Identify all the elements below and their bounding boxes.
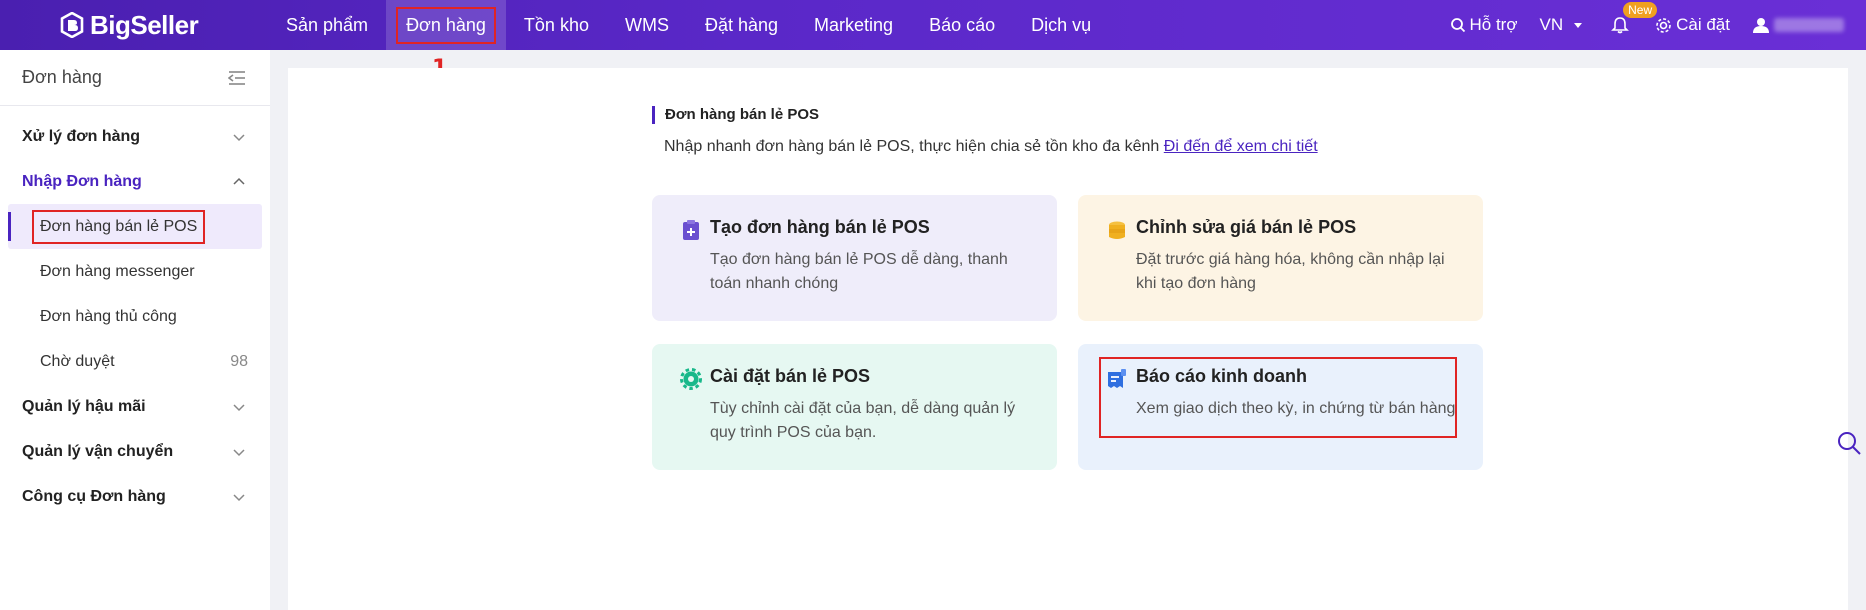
chevron-up-icon <box>233 177 245 185</box>
new-badge: New <box>1623 2 1658 18</box>
settings-label: Cài đặt <box>1676 15 1730 34</box>
card-title: Cài đặt bán lẻ POS <box>710 366 871 386</box>
bell-icon <box>1611 17 1630 34</box>
nav-label: Đơn hàng <box>396 6 496 44</box>
top-right-tools: Hỗ trợ VN New Cài đặt <box>1450 0 1866 50</box>
user-menu[interactable] <box>1752 16 1844 34</box>
support-link[interactable]: Hỗ trợ <box>1450 15 1518 35</box>
card-description: Tùy chỉnh cài đặt của bạn, dễ dàng quản … <box>710 400 1016 441</box>
card-pos-settings[interactable]: Cài đặt bán lẻ POS Tùy chỉnh cài đặt của… <box>652 344 1057 470</box>
pending-count: 98 <box>230 352 248 370</box>
nav-ton-kho[interactable]: Tồn kho <box>506 0 607 50</box>
sidebar-item-manual-orders[interactable]: Đơn hàng thủ công <box>0 294 270 339</box>
sidebar-group-shipping[interactable]: Quản lý vận chuyển <box>0 429 270 474</box>
brand-name: BigSeller <box>90 9 199 40</box>
language-select[interactable]: VN <box>1540 15 1590 35</box>
card-title: Tạo đơn hàng bán lẻ POS <box>710 217 930 237</box>
notifications-button[interactable]: New <box>1611 2 1658 34</box>
nav-label: Báo cáo <box>929 14 996 35</box>
nav-dat-hang[interactable]: Đặt hàng <box>687 0 796 50</box>
sidebar-item-label: Chờ duyệt <box>40 352 115 370</box>
sidebar-group-xu-ly-don-hang[interactable]: Xử lý đơn hàng <box>0 114 270 159</box>
main-nav: Sản phẩm Đơn hàng Tồn kho WMS Đặt hàng M… <box>268 0 1109 50</box>
nav-san-pham[interactable]: Sản phẩm <box>268 0 386 50</box>
section-title: Đơn hàng bán lẻ POS <box>652 106 819 124</box>
bigseller-logo-icon <box>60 12 84 38</box>
settings-link[interactable]: Cài đặt <box>1655 15 1730 35</box>
card-edit-pos-price[interactable]: Chỉnh sửa giá bán lẻ POS Đặt trước giá h… <box>1078 195 1483 321</box>
nav-don-hang[interactable]: Đơn hàng <box>386 0 506 50</box>
user-name-redacted <box>1774 18 1844 32</box>
nav-label: Dịch vụ <box>1031 14 1092 35</box>
nav-label: Tồn kho <box>523 14 589 35</box>
chevron-down-icon <box>233 403 245 411</box>
annotation-highlight-box <box>1099 357 1457 438</box>
sidebar-item-pos-orders[interactable]: Đơn hàng bán lẻ POS <box>8 204 262 249</box>
sidebar: Đơn hàng Xử lý đơn hàng Nhập Đơn hàng Đơ… <box>0 50 270 610</box>
chevron-down-icon <box>233 448 245 456</box>
sidebar-group-nhap-don-hang[interactable]: Nhập Đơn hàng <box>0 159 270 204</box>
user-icon <box>1753 18 1769 33</box>
chevron-down-icon <box>233 133 245 141</box>
collapse-menu-icon[interactable] <box>228 70 246 86</box>
sidebar-group-label: Quản lý vận chuyển <box>22 442 174 460</box>
card-title: Chỉnh sửa giá bán lẻ POS <box>1136 217 1357 237</box>
sidebar-group-label: Quản lý hậu mãi <box>22 397 146 415</box>
section-description: Nhập nhanh đơn hàng bán lẻ POS, thực hiệ… <box>664 138 1318 156</box>
card-create-pos-order[interactable]: Tạo đơn hàng bán lẻ POS Tạo đơn hàng bán… <box>652 195 1057 321</box>
nav-marketing[interactable]: Marketing <box>796 0 911 50</box>
sidebar-group-label: Xử lý đơn hàng <box>22 127 141 145</box>
gear-icon <box>1656 17 1671 33</box>
nav-bao-cao[interactable]: Báo cáo <box>911 0 1013 50</box>
sidebar-item-label: Đơn hàng thủ công <box>40 307 177 325</box>
support-label: Hỗ trợ <box>1469 15 1518 34</box>
sidebar-item-messenger-orders[interactable]: Đơn hàng messenger <box>0 249 270 294</box>
brand-logo[interactable]: BigSeller <box>60 10 210 41</box>
caret-down-icon <box>1574 23 1583 28</box>
sidebar-group-order-tools[interactable]: Công cụ Đơn hàng <box>0 474 270 519</box>
language-label: VN <box>1539 15 1564 34</box>
main-content: Đơn hàng bán lẻ POS Nhập nhanh đơn hàng … <box>288 68 1848 610</box>
sidebar-item-pending-approval[interactable]: Chờ duyệt 98 <box>0 339 270 384</box>
floating-search-icon[interactable] <box>1836 430 1862 456</box>
sidebar-header: Đơn hàng <box>0 50 270 106</box>
view-details-link[interactable]: Đi đến để xem chi tiết <box>1164 138 1318 155</box>
coins-icon <box>1109 221 1125 239</box>
nav-label: WMS <box>624 14 669 35</box>
chevron-down-icon <box>233 493 245 501</box>
sidebar-item-label: Đơn hàng bán lẻ POS <box>31 209 206 244</box>
sidebar-group-after-sales[interactable]: Quản lý hậu mãi <box>0 384 270 429</box>
section-desc-text: Nhập nhanh đơn hàng bán lẻ POS, thực hiệ… <box>664 138 1160 155</box>
card-description: Tạo đơn hàng bán lẻ POS dễ dàng, thanh t… <box>710 251 1008 292</box>
top-navbar: BigSeller Sản phẩm Đơn hàng Tồn kho WMS … <box>0 0 1866 50</box>
nav-label: Sản phẩm <box>286 14 369 35</box>
search-icon <box>1450 18 1465 33</box>
nav-dich-vu[interactable]: Dịch vụ <box>1013 0 1109 50</box>
sidebar-group-label: Công cụ Đơn hàng <box>22 487 166 505</box>
gear-icon <box>680 368 702 390</box>
clipboard-add-icon <box>683 220 699 240</box>
nav-label: Marketing <box>814 14 894 35</box>
sidebar-group-label: Nhập Đơn hàng <box>22 172 142 190</box>
sidebar-item-label: Đơn hàng messenger <box>40 262 195 280</box>
nav-wms[interactable]: WMS <box>607 0 687 50</box>
card-description: Đặt trước giá hàng hóa, không cần nhập l… <box>1136 251 1445 292</box>
nav-label: Đặt hàng <box>704 14 779 35</box>
sidebar-title: Đơn hàng <box>22 67 102 87</box>
